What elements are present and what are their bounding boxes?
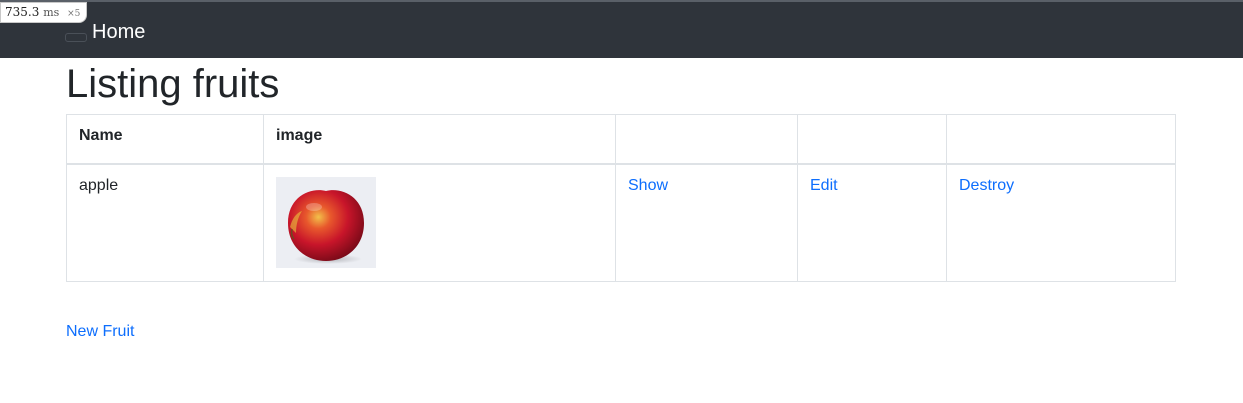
timing-badge[interactable]: 735.3 ms ×5 (0, 2, 88, 23)
edit-link[interactable]: Edit (810, 177, 838, 194)
show-link[interactable]: Show (628, 177, 668, 194)
header-name: Name (66, 114, 264, 165)
cell-name: apple (66, 163, 264, 282)
header-show (615, 114, 798, 165)
timing-value: 735.3 (5, 5, 40, 19)
navbar-toggler-button[interactable] (65, 33, 87, 42)
cell-show: Show (615, 163, 798, 282)
header-edit (797, 114, 947, 165)
timing-unit: ms (43, 6, 60, 19)
top-navbar: Home (0, 0, 1243, 58)
header-destroy (946, 114, 1176, 165)
header-image: image (263, 114, 616, 165)
cell-edit: Edit (797, 163, 947, 282)
apple-image (276, 177, 376, 268)
cell-destroy: Destroy (946, 163, 1176, 282)
home-link[interactable]: Home (92, 20, 145, 44)
table-header-row: Name image (66, 114, 1176, 165)
page-title: Listing fruits (66, 62, 280, 106)
destroy-link[interactable]: Destroy (959, 177, 1014, 194)
fruits-table: Name image apple Show Edit Destroy (66, 114, 1176, 282)
table-row: apple Show Edit Destroy (66, 163, 1176, 282)
new-fruit-link[interactable]: New Fruit (66, 323, 134, 341)
cell-image (263, 163, 616, 282)
timing-count: ×5 (67, 9, 81, 19)
